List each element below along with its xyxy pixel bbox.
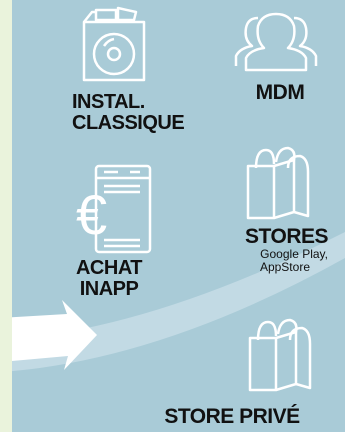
- achat-line2: INAPP: [79, 278, 139, 300]
- stores-sub2: AppStore: [259, 260, 310, 274]
- instal-line2: CLASSIQUE: [72, 112, 185, 134]
- instal-line1: INSTAL.: [72, 91, 145, 113]
- euro-phone-icon: €: [76, 164, 152, 254]
- stores-label: STORES: [245, 225, 328, 248]
- disc-box-icon: [82, 6, 146, 82]
- store-prive-label: STORE PRIVÉ: [164, 405, 300, 428]
- instal-classique-label: INSTAL. CLASSIQUE: [72, 92, 212, 134]
- shopping-bag-icon: [246, 146, 310, 220]
- shopping-bag-icon: [248, 318, 312, 392]
- achat-inapp-label: ACHAT INAPP: [64, 258, 154, 300]
- stores-sub1: Google Play,: [260, 247, 328, 261]
- left-strip: [0, 0, 12, 432]
- diagram-panel: € INSTAL. CLASSIQUE MDM STORES Google Pl…: [12, 0, 345, 432]
- users-icon: [234, 12, 318, 72]
- achat-line1: ACHAT: [75, 257, 143, 279]
- mdm-label: MDM: [255, 81, 305, 104]
- svg-text:€: €: [76, 183, 107, 246]
